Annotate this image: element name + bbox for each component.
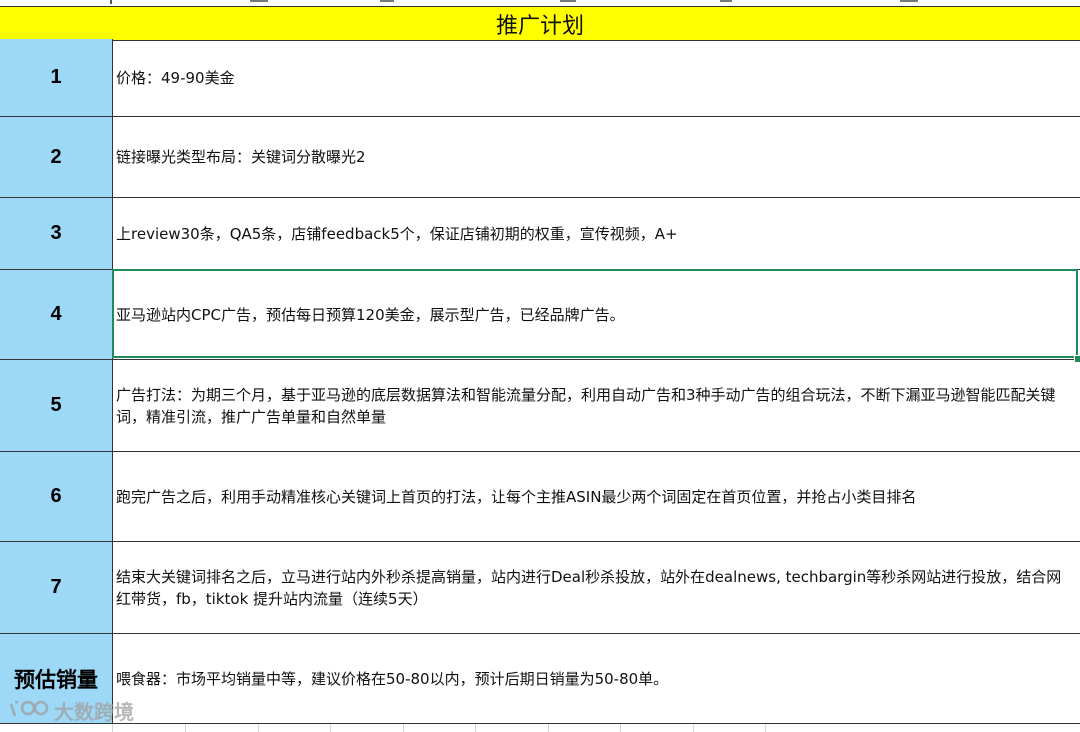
table-row: 4 亚马逊站内CPC广告，预估每日预算120美金，展示型广告，已经品牌广告。 [0, 270, 1080, 360]
table-row: 3 上review30条，QA5条，店铺feedback5个，保证店铺初期的权重… [0, 198, 1080, 270]
table-row: 预估销量 喂食器：市场平均销量中等，建议价格在50-80以内，预计后期日销量为5… [0, 634, 1080, 724]
row-text[interactable]: 喂食器：市场平均销量中等，建议价格在50-80以内，预计后期日销量为50-80单… [113, 634, 1080, 723]
row-text[interactable]: 广告打法：为期三个月，基于亚马逊的底层数据算法和智能流量分配，利用自动广告和3种… [113, 360, 1080, 451]
row-number[interactable]: 4 [0, 270, 113, 359]
table-row: 5 广告打法：为期三个月，基于亚马逊的底层数据算法和智能流量分配，利用自动广告和… [0, 360, 1080, 452]
row-text[interactable]: 链接曝光类型布局：关键词分散曝光2 [113, 117, 1080, 197]
row-number[interactable]: 2 [0, 117, 113, 197]
row-text[interactable]: 上review30条，QA5条，店铺feedback5个，保证店铺初期的权重，宣… [113, 198, 1080, 269]
table-row: 7 结束大关键词排名之后，立马进行站内外秒杀提高销量，站内进行Deal秒杀投放，… [0, 542, 1080, 634]
row-text[interactable]: 结束大关键词排名之后，立马进行站内外秒杀提高销量，站内进行Deal秒杀投放，站外… [113, 542, 1080, 633]
fill-handle[interactable] [1074, 355, 1080, 363]
row-number[interactable]: 5 [0, 360, 113, 451]
watermark-text: 大数跨境 [54, 699, 134, 724]
row-number[interactable]: 6 [0, 452, 113, 541]
row-number[interactable]: 1 [0, 39, 113, 116]
row-number[interactable]: 7 [0, 542, 113, 633]
next-row-strip [0, 724, 1080, 732]
row-number[interactable]: 3 [0, 198, 113, 269]
row-text[interactable]: 跑完广告之后，利用手动精准核心关键词上首页的打法，让每个主推ASIN最少两个词固… [113, 452, 1080, 541]
table-row: 6 跑完广告之后，利用手动精准核心关键词上首页的打法，让每个主推ASIN最少两个… [0, 452, 1080, 542]
table-row: 2 链接曝光类型布局：关键词分散曝光2 [0, 117, 1080, 198]
logo-icon [9, 700, 49, 717]
page-title[interactable]: 推广计划 [0, 6, 1080, 41]
table-row: 1 价格：49-90美金 [0, 39, 1080, 117]
watermark: 大数跨境 [8, 696, 134, 724]
row-text[interactable]: 价格：49-90美金 [113, 39, 1080, 116]
row-text[interactable]: 亚马逊站内CPC广告，预估每日预算120美金，展示型广告，已经品牌广告。 [113, 270, 1080, 359]
previous-row-fragments [110, 0, 918, 4]
